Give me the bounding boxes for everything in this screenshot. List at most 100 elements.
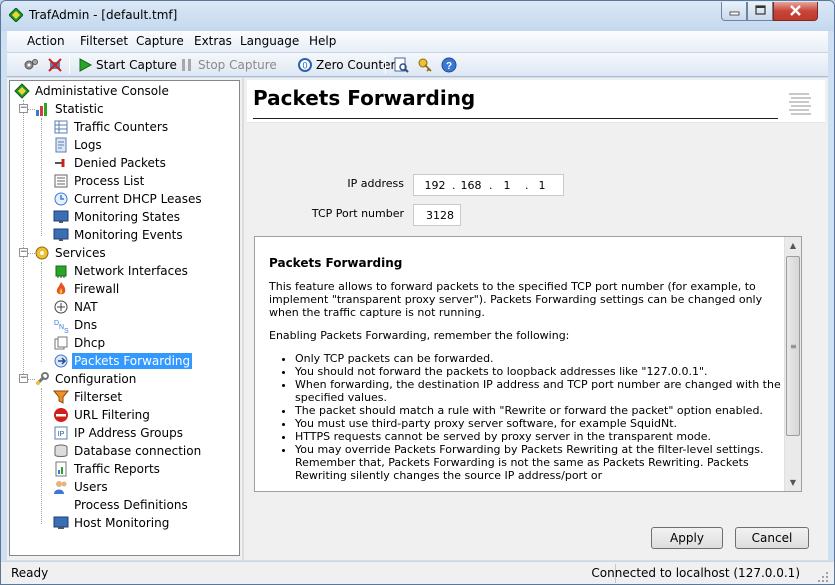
tree-item-label: URL Filtering [74,408,150,422]
help-panel[interactable]: Packets Forwarding This feature allows t… [254,236,802,492]
tree-item-statistic[interactable]: Statistic [34,100,106,118]
process-list-icon [54,174,68,188]
minimize-icon [729,11,740,16]
cancel-button[interactable]: Cancel [735,527,809,549]
navigation-tree[interactable]: Administative Console − Statistic Traffi… [9,80,240,556]
services-expander[interactable]: − [19,248,28,257]
help-paragraph-2: Enabling Packets Forwarding, remember th… [269,329,570,342]
monitor-tool-button[interactable] [393,55,412,75]
tree-item-label: Monitoring Events [74,228,183,242]
tree-item-traffic-reports[interactable]: Traffic Reports [53,460,162,478]
menu-action[interactable]: Action [27,34,65,48]
menu-language[interactable]: Language [240,34,299,48]
process-definitions-icon [55,500,67,510]
tree-item-firewall[interactable]: Firewall [53,280,121,298]
tree-item-dhcp[interactable]: Dhcp [53,334,107,352]
dhcp-icon [54,336,68,350]
help-scrollbar[interactable]: ▲ ≡ ▼ [784,237,801,491]
ip-octet-4[interactable]: 1 [528,179,556,192]
tree-item-host-monitoring[interactable]: Host Monitoring [53,514,171,532]
minimize-button[interactable] [721,2,747,21]
help-bullet: You may override Packets Forwarding by P… [295,443,789,482]
tree-item-denied-packets[interactable]: Denied Packets [53,154,168,172]
scroll-down-arrow-icon[interactable]: ▼ [785,474,801,491]
play-icon [79,58,93,72]
svg-text:S: S [64,328,69,333]
console-icon [14,83,30,99]
header-watermark-icon [789,93,811,115]
title-bar[interactable]: TrafAdmin - [default.tmf] [1,1,834,31]
window-title: TrafAdmin - [default.tmf] [29,8,178,22]
statistic-expander[interactable]: − [19,104,28,113]
close-button[interactable] [773,2,818,21]
host-monitor-icon [53,516,69,529]
scroll-up-arrow-icon[interactable]: ▲ [785,237,801,254]
tcp-port-input[interactable]: 3128 [413,204,461,226]
tree-item-label: Monitoring States [74,210,181,224]
resize-grip-icon[interactable] [816,570,830,584]
tree-item-nat[interactable]: NAT [53,298,100,316]
tree-item-label: Packets Forwarding [72,353,193,369]
tree-item-label: Logs [74,138,102,152]
menu-extras[interactable]: Extras [194,34,232,48]
configuration-expander[interactable]: − [19,374,28,383]
tree-item-users[interactable]: Users [53,478,110,496]
apply-button[interactable]: Apply [651,527,723,549]
menu-help[interactable]: Help [309,34,336,48]
scrollbar-thumb[interactable]: ≡ [786,256,800,436]
tree-item-label: Denied Packets [74,156,166,170]
ip-octet-2[interactable]: 168 [457,179,485,192]
tree-root-label: Administative Console [35,84,169,98]
pause-icon [182,59,191,71]
ip-dot: . [452,179,456,192]
close-icon [790,5,801,16]
block-icon [54,408,68,422]
help-bullet: You should not forward the packets to lo… [295,365,789,378]
help-icon: ? [441,57,457,73]
start-capture-button[interactable]: Start Capture [77,55,177,75]
key-tool-button[interactable] [417,55,436,75]
tree-item-process-list[interactable]: Process List [53,172,146,190]
toolbar: Start Capture Stop Capture 0 Zero Counte… [7,53,828,77]
tree-item-network-interfaces[interactable]: Network Interfaces [53,262,190,280]
svg-text:?: ? [446,61,452,72]
settings-tool-button[interactable] [23,55,42,75]
stop-capture-button[interactable]: Stop Capture [179,55,277,75]
maximize-button[interactable] [747,2,773,21]
tree-item-label: Network Interfaces [74,264,188,278]
tree-item-process-definitions[interactable]: Process Definitions [53,496,190,514]
pane-splitter[interactable] [242,78,244,560]
disconnect-tool-button[interactable] [47,55,66,75]
tree-root[interactable]: Administative Console [14,82,171,100]
zero-counters-label: Zero Counters [316,58,402,72]
ip-octet-1[interactable]: 192 [421,179,449,192]
tree-item-dns[interactable]: DNS Dns [53,316,99,334]
help-bullet: The packet should match a rule with "Rew… [295,404,789,417]
ip-address-input[interactable]: 192 . 168 . 1 . 1 [413,174,564,196]
status-text: Ready [11,566,49,580]
tree-item-url-filtering[interactable]: URL Filtering [53,406,152,424]
tree-item-ip-address-groups[interactable]: IP IP Address Groups [53,424,185,442]
tree-item-monitoring-states[interactable]: Monitoring States [53,208,182,226]
tree-item-filterset[interactable]: Filterset [53,388,124,406]
tree-item-dhcp-leases[interactable]: Current DHCP Leases [53,190,204,208]
tree-item-database-connection[interactable]: Database connection [53,442,203,460]
tree-item-label: Current DHCP Leases [74,192,202,206]
tree-item-logs[interactable]: Logs [53,136,104,154]
tree-item-label: Dns [74,318,98,332]
tree-item-monitoring-events[interactable]: Monitoring Events [53,226,185,244]
svg-text:0: 0 [302,61,307,71]
tree-item-configuration[interactable]: Configuration [34,370,138,388]
tree-item-label: Traffic Counters [74,120,169,134]
ip-octet-3[interactable]: 1 [493,179,521,192]
grip-icon: ≡ [790,342,797,351]
menu-filterset[interactable]: Filterset [80,34,128,48]
document-search-icon [394,57,409,73]
tree-item-packets-forwarding[interactable]: Packets Forwarding [53,352,193,370]
help-bullet: Only TCP packets can be forwarded. [295,352,789,365]
tree-item-traffic-counters[interactable]: Traffic Counters [53,118,170,136]
tree-item-services[interactable]: Services [34,244,108,262]
menu-capture[interactable]: Capture [136,34,184,48]
help-tool-button[interactable]: ? [441,55,460,75]
tree-item-statistic-label: Statistic [55,102,104,116]
